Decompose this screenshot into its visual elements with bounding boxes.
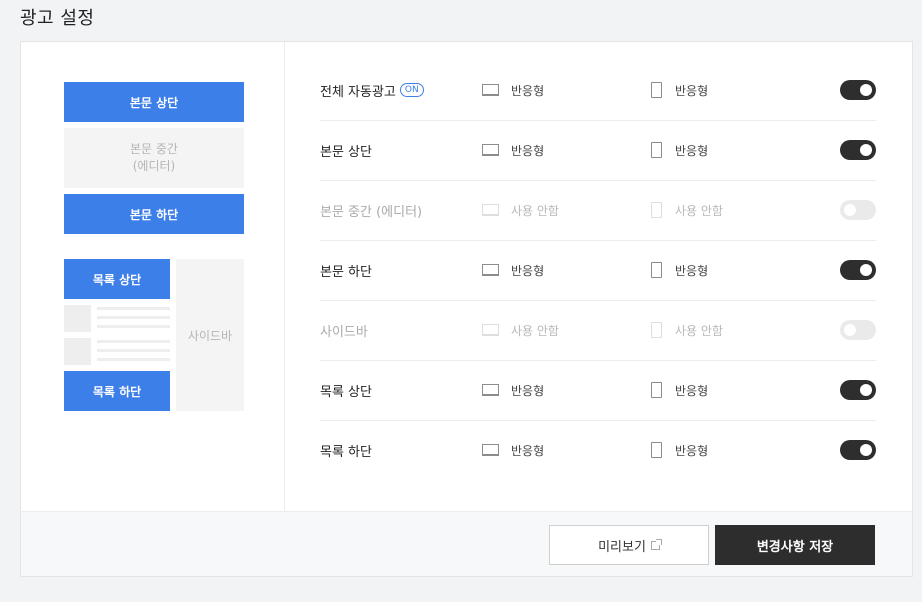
row-label-text: 전체 자동광고: [320, 84, 396, 100]
monitor-icon: [482, 84, 499, 96]
pc-ad-type-label: 반응형: [511, 383, 545, 398]
pc-ad-type[interactable]: 사용 안함: [482, 181, 559, 239]
mobile-ad-type[interactable]: 반응형: [651, 121, 708, 179]
ad-settings-panel: 본문 상단 본문 중간 (에디터) 본문 하단 목록 상단 목록 하단 사이드바…: [20, 41, 913, 577]
monitor-icon: [482, 144, 499, 156]
mobile-icon: [651, 82, 662, 98]
monitor-icon: [482, 204, 499, 216]
preview-body-middle-line1: 본문 중간: [130, 142, 178, 156]
setting-row-sidebar: 사이드바 사용 안함 사용 안함: [320, 301, 876, 361]
row-label: 본문 중간 (에디터): [320, 204, 423, 220]
mobile-ad-type-label: 사용 안함: [675, 203, 723, 218]
row-label: 본문 하단: [320, 264, 372, 280]
preview-list-line: [97, 349, 170, 352]
save-changes-button[interactable]: 변경사항 저장: [715, 525, 875, 565]
monitor-icon: [482, 264, 499, 276]
toggle-list-bottom[interactable]: [840, 440, 876, 460]
preview-list-line: [97, 307, 170, 310]
setting-row-list-top: 목록 상단 반응형 반응형: [320, 361, 876, 421]
row-label: 본문 상단: [320, 144, 372, 160]
preview-body-top: 본문 상단: [64, 82, 244, 122]
setting-row-auto-ads: 전체 자동광고 ON 반응형 반응형: [320, 61, 876, 121]
preview-button[interactable]: 미리보기: [549, 525, 709, 565]
preview-sidebar: 사이드바: [176, 259, 244, 411]
pc-ad-type-label: 반응형: [511, 143, 545, 158]
row-label: 사이드바: [320, 324, 368, 340]
mobile-icon: [651, 262, 662, 278]
mobile-ad-type[interactable]: 사용 안함: [651, 301, 723, 359]
ad-layout-preview: 본문 상단 본문 중간 (에디터) 본문 하단 목록 상단 목록 하단 사이드바: [21, 42, 285, 511]
pc-ad-type[interactable]: 사용 안함: [482, 301, 559, 359]
pc-ad-type[interactable]: 반응형: [482, 61, 544, 119]
mobile-ad-type-label: 반응형: [675, 383, 709, 398]
pc-ad-type-label: 반응형: [511, 263, 545, 278]
ad-slot-settings: 전체 자동광고 ON 반응형 반응형 본문 상단 반응형 반응형 본문 중간 (…: [320, 61, 876, 481]
on-badge: ON: [399, 83, 424, 97]
toggle-auto-ads[interactable]: [840, 80, 876, 100]
toggle-list-top[interactable]: [840, 380, 876, 400]
pc-ad-type-label: 사용 안함: [511, 203, 559, 218]
page-title: 광고 설정: [20, 8, 95, 29]
preview-body-middle-line2: (에디터): [132, 159, 176, 173]
row-label: 목록 상단: [320, 384, 372, 400]
pc-ad-type-label: 사용 안함: [511, 323, 559, 338]
setting-row-body-bottom: 본문 하단 반응형 반응형: [320, 241, 876, 301]
pc-ad-type[interactable]: 반응형: [482, 421, 544, 479]
preview-list-line: [97, 325, 170, 328]
mobile-ad-type-label: 사용 안함: [675, 323, 723, 338]
preview-list-thumb: [64, 338, 91, 365]
row-label: 목록 하단: [320, 444, 372, 460]
mobile-ad-type[interactable]: 반응형: [651, 361, 708, 419]
external-link-icon: [650, 538, 662, 550]
pc-ad-type[interactable]: 반응형: [482, 361, 544, 419]
toggle-body-bottom[interactable]: [840, 260, 876, 280]
mobile-ad-type[interactable]: 반응형: [651, 61, 708, 119]
toggle-body-middle[interactable]: [840, 200, 876, 220]
mobile-icon: [651, 322, 662, 338]
action-footer: 미리보기 변경사항 저장: [21, 511, 912, 576]
mobile-icon: [651, 442, 662, 458]
preview-body-bottom: 본문 하단: [64, 194, 244, 234]
preview-list-line: [97, 340, 170, 343]
pc-ad-type[interactable]: 반응형: [482, 121, 544, 179]
preview-button-label: 미리보기: [598, 539, 646, 555]
mobile-ad-type[interactable]: 사용 안함: [651, 181, 723, 239]
monitor-icon: [482, 324, 499, 336]
toggle-body-top[interactable]: [840, 140, 876, 160]
mobile-ad-type-label: 반응형: [675, 263, 709, 278]
preview-list-bottom: 목록 하단: [64, 371, 170, 411]
preview-body-middle: 본문 중간 (에디터): [64, 128, 244, 188]
setting-row-body-middle: 본문 중간 (에디터) 사용 안함 사용 안함: [320, 181, 876, 241]
mobile-icon: [651, 382, 662, 398]
mobile-ad-type[interactable]: 반응형: [651, 241, 708, 299]
setting-row-body-top: 본문 상단 반응형 반응형: [320, 121, 876, 181]
preview-list-top: 목록 상단: [64, 259, 170, 299]
monitor-icon: [482, 384, 499, 396]
pc-ad-type[interactable]: 반응형: [482, 241, 544, 299]
pc-ad-type-label: 반응형: [511, 83, 545, 98]
row-label: 전체 자동광고 ON: [320, 61, 424, 119]
preview-list-line: [97, 316, 170, 319]
setting-row-list-bottom: 목록 하단 반응형 반응형: [320, 421, 876, 481]
preview-list-line: [97, 358, 170, 361]
mobile-ad-type-label: 반응형: [675, 143, 709, 158]
monitor-icon: [482, 444, 499, 456]
pc-ad-type-label: 반응형: [511, 443, 545, 458]
mobile-ad-type-label: 반응형: [675, 83, 709, 98]
mobile-icon: [651, 142, 662, 158]
mobile-icon: [651, 202, 662, 218]
toggle-sidebar[interactable]: [840, 320, 876, 340]
mobile-ad-type-label: 반응형: [675, 443, 709, 458]
preview-list-thumb: [64, 305, 91, 332]
mobile-ad-type[interactable]: 반응형: [651, 421, 708, 479]
